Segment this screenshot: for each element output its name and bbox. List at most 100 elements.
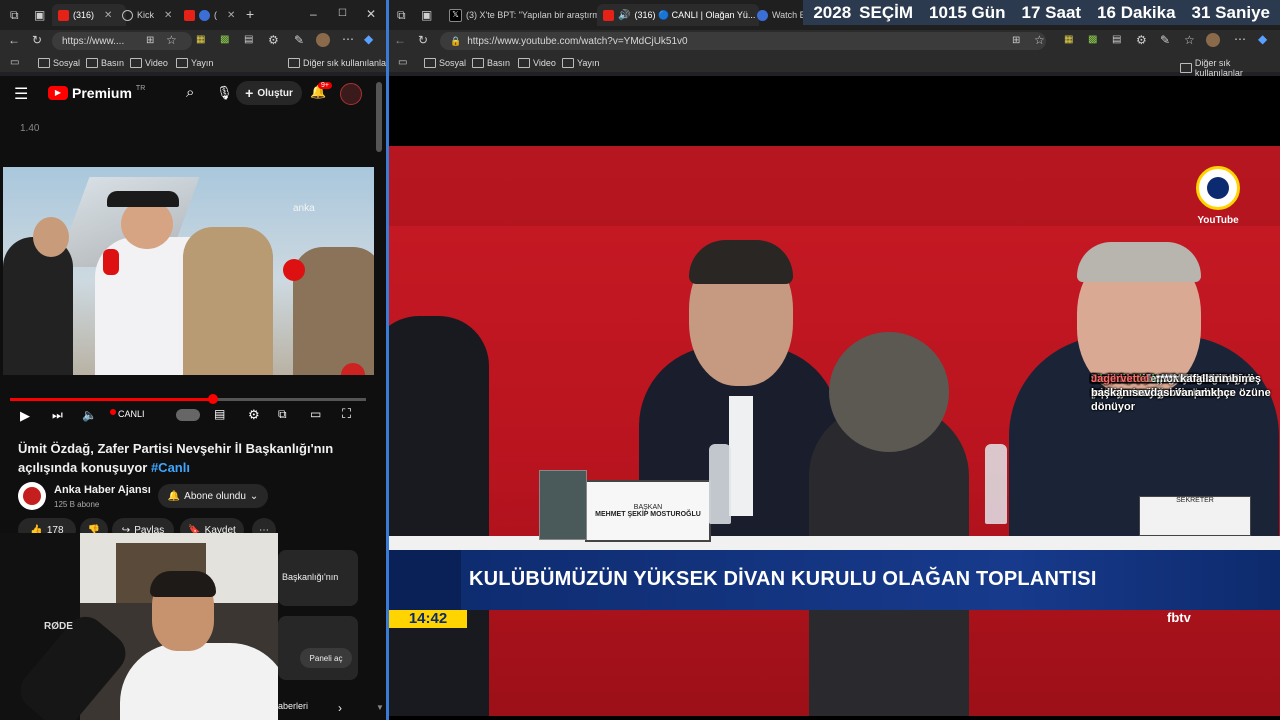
extensions-icon[interactable]: ⚙ bbox=[1136, 34, 1147, 46]
audio-icon bbox=[199, 9, 210, 21]
new-tab-icon[interactable]: + bbox=[246, 7, 254, 21]
collections-icon[interactable]: ☆ bbox=[1184, 34, 1195, 46]
extension-icon[interactable]: ▤ bbox=[244, 34, 253, 46]
chevron-right-icon[interactable]: › bbox=[338, 701, 342, 715]
theater-mode-icon[interactable]: ▭ bbox=[310, 407, 321, 421]
left-tab-1[interactable]: (316) ✕ bbox=[52, 4, 126, 26]
bookmark-basin[interactable]: Basın bbox=[472, 58, 510, 68]
youtube-logo[interactable]: ▶ Premium TR bbox=[48, 85, 145, 101]
main-video-player[interactable]: BAŞKAN MEHMET ŞEKİP MOSTUROĞLU SEKRETER … bbox=[389, 76, 1280, 720]
tablet-icon[interactable]: ▭ bbox=[398, 57, 407, 69]
extensions-icon[interactable]: ⚙ bbox=[268, 34, 279, 46]
right-tab-2[interactable]: 🔊 (316) 🔵 CANLI | Olağan Yü... ✕ bbox=[597, 4, 759, 26]
channel-logo bbox=[23, 487, 41, 505]
profile-avatar[interactable] bbox=[316, 33, 330, 47]
more-icon[interactable]: ⋯ bbox=[1234, 33, 1246, 45]
extension-icon[interactable]: ▦ bbox=[196, 34, 205, 46]
banner-emblem bbox=[389, 550, 461, 610]
workspaces-icon[interactable]: ⧉ bbox=[10, 9, 19, 21]
favorite-icon[interactable]: ☆ bbox=[166, 34, 177, 46]
more-icon[interactable]: ⋯ bbox=[342, 33, 354, 45]
back-icon[interactable]: ← bbox=[394, 34, 406, 46]
favorite-icon[interactable]: ☆ bbox=[1034, 34, 1045, 46]
bookmark-label: Basın bbox=[487, 58, 511, 68]
bookmark-label: Sosyal bbox=[439, 58, 467, 68]
video-player[interactable]: anka bbox=[3, 167, 374, 375]
bookmark-yayin[interactable]: Yayın bbox=[176, 58, 213, 68]
refresh-icon[interactable]: ↻ bbox=[418, 34, 428, 46]
miniplayer-icon[interactable]: ⧉ bbox=[278, 407, 287, 422]
profile-avatar[interactable] bbox=[1206, 33, 1220, 47]
minimize-icon[interactable]: – bbox=[310, 8, 317, 20]
bookmark-video[interactable]: Video bbox=[130, 58, 168, 68]
speaker-icon: 🔊 bbox=[618, 9, 631, 21]
search-icon[interactable]: ⌕ bbox=[186, 84, 194, 101]
copilot-icon[interactable]: ◆ bbox=[1258, 33, 1267, 45]
channel-avatar[interactable] bbox=[18, 482, 46, 510]
channel-name[interactable]: Anka Haber Ajansı bbox=[54, 484, 151, 496]
tablet-icon[interactable]: ▭ bbox=[10, 57, 19, 69]
scroll-down-icon[interactable]: ▼ bbox=[376, 703, 384, 712]
back-icon[interactable]: ← bbox=[8, 34, 20, 46]
close-tab-icon[interactable]: ✕ bbox=[164, 10, 172, 21]
other-favorites[interactable]: Diğer sık kullanılanlar bbox=[1180, 58, 1280, 78]
bookmark-basin[interactable]: Basın bbox=[86, 58, 124, 68]
copilot-icon[interactable]: ◆ bbox=[364, 33, 373, 45]
workspaces-icon[interactable]: ⧉ bbox=[397, 9, 406, 21]
account-avatar[interactable] bbox=[340, 83, 362, 105]
play-icon[interactable]: ▶ bbox=[20, 408, 30, 424]
tab-actions-icon[interactable]: ▣ bbox=[34, 9, 45, 21]
folder-icon bbox=[176, 58, 188, 68]
create-button[interactable]: + Oluştur bbox=[236, 81, 302, 105]
extension-icon[interactable]: ▩ bbox=[220, 34, 229, 46]
related-card[interactable]: Başkanlığı'nın bbox=[278, 550, 358, 606]
fullscreen-icon[interactable]: ⛶ bbox=[342, 406, 351, 422]
favorites-bar-icon[interactable]: ✎ bbox=[294, 34, 304, 46]
subscribed-button[interactable]: 🔔 Abone olundu ⌄ bbox=[158, 484, 268, 508]
extension-icon[interactable]: ▤ bbox=[1112, 34, 1121, 46]
right-tab-1[interactable]: 𝕏 (3) X'te BPT: "Yapılan bir araştırma..… bbox=[443, 4, 605, 26]
split-screen-icon[interactable]: ⊞ bbox=[1012, 35, 1020, 47]
live-label[interactable]: CANLI bbox=[118, 409, 145, 419]
election-countdown: 2028 SEÇİM 1015 Gün 17 Saat 16 Dakika 31… bbox=[803, 0, 1280, 25]
progress-played bbox=[10, 398, 213, 401]
favorites-bar-icon[interactable]: ✎ bbox=[1160, 34, 1170, 46]
other-favorites[interactable]: Diğer sık kullanılanlar bbox=[288, 58, 389, 68]
nameplate: BAŞKAN MEHMET ŞEKİP MOSTUROĞLU bbox=[585, 480, 711, 542]
close-window-icon[interactable]: ✕ bbox=[366, 8, 376, 20]
maximize-icon[interactable]: ☐ bbox=[338, 8, 347, 20]
microphone-icon[interactable]: 🎙 bbox=[216, 85, 233, 101]
open-panel-button[interactable]: Paneli aç bbox=[300, 648, 352, 668]
scrollbar-thumb[interactable] bbox=[376, 82, 382, 152]
progress-bar[interactable] bbox=[10, 398, 366, 401]
subtitles-icon[interactable]: ▤ bbox=[214, 407, 225, 421]
bookmark-sosyal[interactable]: Sosyal bbox=[38, 58, 80, 68]
bookmark-sosyal[interactable]: Sosyal bbox=[424, 58, 466, 68]
tab-actions-icon[interactable]: ▣ bbox=[421, 9, 432, 21]
extension-icon[interactable]: ▩ bbox=[1088, 34, 1097, 46]
chat-username[interactable]: Jagervettel: bbox=[1091, 373, 1156, 385]
bookmark-yayin[interactable]: Yayın bbox=[562, 58, 599, 68]
globe-icon bbox=[122, 9, 133, 21]
close-tab-icon[interactable]: ✕ bbox=[104, 10, 112, 21]
autoplay-toggle[interactable] bbox=[176, 409, 200, 421]
youtube-icon bbox=[58, 9, 69, 21]
settings-icon[interactable]: ⚙ bbox=[248, 407, 260, 423]
close-tab-icon[interactable]: ✕ bbox=[227, 10, 235, 21]
next-icon[interactable]: ⏭ bbox=[52, 408, 63, 423]
lower-third-banner: KULÜBÜMÜZÜN YÜKSEK DİVAN KURULU OLAĞAN T… bbox=[389, 550, 1280, 610]
bookmark-video[interactable]: Video bbox=[518, 58, 556, 68]
right-address-bar[interactable]: 🔒 https://www.youtube.com/watch?v=YMdCjU… bbox=[440, 32, 1046, 50]
volume-icon[interactable]: 🔈 bbox=[82, 408, 97, 422]
tab-label: (316) 🔵 CANLI | Olağan Yü... bbox=[634, 9, 756, 20]
video-hashtag[interactable]: #Canlı bbox=[151, 460, 190, 475]
left-tab-3[interactable]: ( ✕ bbox=[178, 4, 250, 26]
extension-icon[interactable]: ▦ bbox=[1064, 34, 1073, 46]
refresh-icon[interactable]: ↻ bbox=[32, 34, 42, 46]
menu-icon[interactable]: ☰ bbox=[14, 84, 28, 104]
split-screen-icon[interactable]: ⊞ bbox=[146, 35, 154, 47]
secretary-nameplate: SEKRETER bbox=[1139, 496, 1251, 536]
bookmark-label: Diğer sık kullanılanlar bbox=[1194, 58, 1243, 78]
banner-text: KULÜBÜMÜZÜN YÜKSEK DİVAN KURULU OLAĞAN T… bbox=[469, 568, 1097, 590]
progress-scrubber[interactable] bbox=[208, 394, 218, 404]
